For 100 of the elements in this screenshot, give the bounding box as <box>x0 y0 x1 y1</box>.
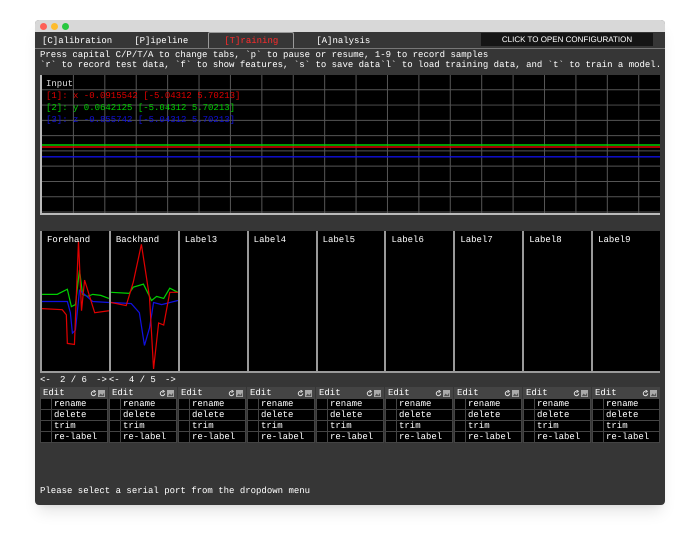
checkbox[interactable] <box>593 432 603 442</box>
checkbox[interactable] <box>386 410 396 420</box>
checkbox[interactable] <box>110 399 120 409</box>
checkbox[interactable] <box>317 410 327 420</box>
previous-sample-button[interactable]: <- <box>40 375 51 385</box>
checkbox[interactable] <box>524 421 534 431</box>
option-label[interactable]: delete <box>121 410 176 420</box>
checkbox[interactable] <box>593 399 603 409</box>
option-label[interactable]: trim <box>328 421 383 431</box>
option-label[interactable]: re-label <box>535 432 590 442</box>
maximize-window-icon[interactable] <box>62 22 69 30</box>
option-label[interactable]: re-label <box>190 432 245 442</box>
option-label[interactable]: rename <box>397 399 452 409</box>
checkbox[interactable] <box>455 410 465 420</box>
option-label[interactable]: delete <box>535 410 590 420</box>
checkbox[interactable] <box>248 410 258 420</box>
image-icon[interactable] <box>581 390 588 396</box>
option-label[interactable]: re-label <box>397 432 452 442</box>
checkbox[interactable] <box>593 421 603 431</box>
refresh-icon[interactable] <box>435 390 442 396</box>
option-label[interactable]: trim <box>121 421 176 431</box>
image-icon[interactable] <box>443 390 450 396</box>
option-label[interactable]: delete <box>604 410 659 420</box>
checkbox[interactable] <box>248 421 258 431</box>
previous-sample-button[interactable]: <- <box>108 375 120 385</box>
option-label[interactable]: rename <box>466 399 521 409</box>
image-icon[interactable] <box>167 390 174 396</box>
option-label[interactable]: rename <box>190 399 245 409</box>
checkbox[interactable] <box>386 399 396 409</box>
option-label[interactable]: re-label <box>121 432 176 442</box>
option-label[interactable]: delete <box>397 410 452 420</box>
image-icon[interactable] <box>512 390 519 396</box>
tab[interactable]: [A]nalysis <box>314 34 390 48</box>
checkbox[interactable] <box>248 432 258 442</box>
option-label[interactable]: re-label <box>466 432 521 442</box>
image-icon[interactable] <box>305 390 312 396</box>
option-label[interactable]: rename <box>604 399 659 409</box>
checkbox[interactable] <box>524 410 534 420</box>
option-label[interactable]: rename <box>121 399 176 409</box>
checkbox[interactable] <box>317 432 327 442</box>
option-label[interactable]: rename <box>259 399 314 409</box>
option-label[interactable]: re-label <box>604 432 659 442</box>
image-icon[interactable] <box>236 390 243 396</box>
checkbox[interactable] <box>248 399 258 409</box>
refresh-icon[interactable] <box>90 390 97 396</box>
image-icon[interactable] <box>650 390 657 396</box>
checkbox[interactable] <box>455 432 465 442</box>
option-label[interactable]: trim <box>259 421 314 431</box>
refresh-icon[interactable] <box>642 390 649 396</box>
option-label[interactable]: trim <box>52 421 107 431</box>
checkbox[interactable] <box>110 432 120 442</box>
option-label[interactable]: trim <box>466 421 521 431</box>
checkbox[interactable] <box>386 421 396 431</box>
checkbox[interactable] <box>455 399 465 409</box>
tab[interactable]: [C]alibration <box>40 34 132 48</box>
checkbox[interactable] <box>524 399 534 409</box>
option-label[interactable]: rename <box>52 399 107 409</box>
option-label[interactable]: trim <box>535 421 590 431</box>
checkbox[interactable] <box>317 399 327 409</box>
checkbox[interactable] <box>524 432 534 442</box>
option-label[interactable]: re-label <box>328 432 383 442</box>
refresh-icon[interactable] <box>573 390 580 396</box>
checkbox[interactable] <box>41 410 51 420</box>
configuration-button[interactable]: CLICK TO OPEN CONFIGURATION <box>481 33 653 46</box>
checkbox[interactable] <box>317 421 327 431</box>
checkbox[interactable] <box>41 421 51 431</box>
next-sample-button[interactable]: -> <box>164 375 176 385</box>
refresh-icon[interactable] <box>366 390 373 396</box>
checkbox[interactable] <box>179 421 189 431</box>
checkbox[interactable] <box>41 432 51 442</box>
checkbox[interactable] <box>455 421 465 431</box>
option-label[interactable]: delete <box>259 410 314 420</box>
image-icon[interactable] <box>374 390 381 396</box>
checkbox[interactable] <box>179 399 189 409</box>
option-label[interactable]: rename <box>328 399 383 409</box>
option-label[interactable]: trim <box>604 421 659 431</box>
option-label[interactable]: delete <box>328 410 383 420</box>
checkbox[interactable] <box>386 432 396 442</box>
checkbox[interactable] <box>110 410 120 420</box>
close-window-icon[interactable] <box>40 22 47 30</box>
checkbox[interactable] <box>179 432 189 442</box>
option-label[interactable]: delete <box>466 410 521 420</box>
refresh-icon[interactable] <box>159 390 166 396</box>
image-icon[interactable] <box>98 390 105 396</box>
minimize-window-icon[interactable] <box>51 22 58 30</box>
refresh-icon[interactable] <box>504 390 511 396</box>
option-label[interactable]: delete <box>190 410 245 420</box>
tab[interactable]: [P]ipeline <box>132 34 208 48</box>
refresh-icon[interactable] <box>297 390 304 396</box>
option-label[interactable]: re-label <box>52 432 107 442</box>
option-label[interactable]: re-label <box>259 432 314 442</box>
option-label[interactable]: delete <box>52 410 107 420</box>
option-label[interactable]: trim <box>190 421 245 431</box>
checkbox[interactable] <box>593 410 603 420</box>
checkbox[interactable] <box>41 399 51 409</box>
option-label[interactable]: rename <box>535 399 590 409</box>
checkbox[interactable] <box>110 421 120 431</box>
checkbox[interactable] <box>179 410 189 420</box>
next-sample-button[interactable]: -> <box>96 375 107 385</box>
option-label[interactable]: trim <box>397 421 452 431</box>
